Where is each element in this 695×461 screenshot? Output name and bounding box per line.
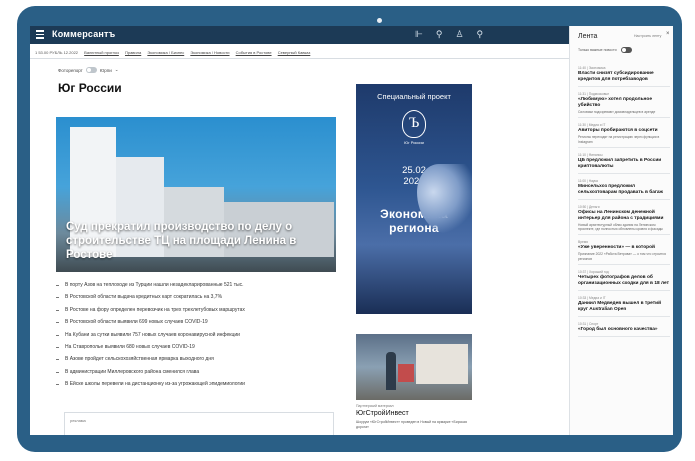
feed-item[interactable]: 11:00 | Наука Минсельхоз предложил сельх… xyxy=(578,179,670,200)
feed-item-title[interactable]: Даниил Медведев вышел в третий круг Aust… xyxy=(578,301,670,313)
ad-label: реклама xyxy=(70,418,86,423)
feed-item-title[interactable]: Минсельхоз предложил сельхозтоварам прод… xyxy=(578,184,670,196)
top-icons: ⊩ ⚲ ♙ ⚲ xyxy=(415,29,483,40)
news-item[interactable]: В Ейске школы перевели на дистанционку и… xyxy=(56,380,336,392)
news-item[interactable]: В Ростовской области выдача кредитных ка… xyxy=(56,293,336,305)
feed-item[interactable]: 11:40 | Экономика Власти снизят субсидир… xyxy=(578,66,670,87)
feed-item-meta: 11:31 | Подмосковье xyxy=(578,92,610,96)
menu-icon[interactable] xyxy=(36,30,44,40)
feed-item-meta: 11:10 | Финансы xyxy=(578,152,603,157)
page-title: Юг России xyxy=(58,81,122,95)
feed-item[interactable]: 10:31 | Спорт «Город был основного качес… xyxy=(578,322,670,338)
subnav-link-2[interactable]: Правила xyxy=(125,50,141,55)
feed-list: 11:40 | Экономика Власти снизят субсидир… xyxy=(578,66,670,342)
feed-settings-link[interactable]: Настроить ленту xyxy=(634,34,661,38)
kommersant-logo: Ъ xyxy=(402,110,426,138)
region-select[interactable]: Юрпи xyxy=(100,68,112,73)
feed-item-desc: Силовики подозревают домовладельцев в ар… xyxy=(578,110,656,114)
close-icon[interactable]: × xyxy=(666,31,670,37)
currency-ticker: 1 53.00 РУБЛЬ 12.2022 xyxy=(35,50,79,55)
partner-title[interactable]: ЮгСтройИнвест xyxy=(356,410,409,417)
feed-item-meta: 11:30 | Медиа и IT xyxy=(578,123,606,128)
share-icon[interactable]: ⊩ xyxy=(415,29,423,40)
news-item[interactable]: В Ростове на фору определен перевозчик н… xyxy=(56,306,336,318)
news-item[interactable]: В Азове пройдет сельскохозяйственная ярм… xyxy=(56,355,336,367)
top-bar: Коммерсантъ ⊩ ⚲ ♙ ⚲ xyxy=(30,26,569,44)
feed-item-meta: 11:40 | Экономика xyxy=(578,66,606,70)
news-item[interactable]: В администрации Миллеровского района сме… xyxy=(56,368,336,380)
search-icon[interactable]: ⚲ xyxy=(477,29,484,40)
feed-item-title[interactable]: «Любимую» хотел продольное убийство xyxy=(578,97,670,109)
subnav-link-5[interactable]: События в Ростове xyxy=(236,50,272,55)
hero-title[interactable]: Суд прекратил производство по делу о стр… xyxy=(66,220,328,262)
feed-item-title[interactable]: «Город был основного качества» xyxy=(578,327,670,333)
news-item[interactable]: В Ростовской области выявили 699 новых с… xyxy=(56,318,336,330)
feed-title: Лента xyxy=(578,33,598,40)
special-project-banner[interactable]: Специальный проект Ъ Юг России 25.02 202… xyxy=(356,84,472,314)
photo-cart xyxy=(398,364,414,382)
subnav-link-1[interactable]: Валютный прогноз xyxy=(84,50,119,55)
feed-item-meta: Время xyxy=(578,240,588,245)
feed-item-title[interactable]: Четырех фотографов делов об организацион… xyxy=(578,275,670,287)
photo-building xyxy=(416,344,468,384)
feed-item-meta: 10:31 | Спорт xyxy=(578,322,599,327)
feed-item-meta: 10:50 | Деньги xyxy=(578,204,600,209)
feed-item-desc: Новый архитектурный облик здания на Лени… xyxy=(578,222,663,232)
subnav-link-3[interactable]: Экономика / Бизнес xyxy=(147,50,184,55)
sub-navigation: 1 53.00 РУБЛЬ 12.2022 Валютный прогноз П… xyxy=(30,46,569,59)
subnav-link-4[interactable]: Экономика / Новости xyxy=(190,50,229,55)
photo-person xyxy=(386,352,396,390)
user-icon[interactable]: ♙ xyxy=(455,29,463,40)
feed-item[interactable]: 11:30 | Медиа и IT Авиторы пробираются в… xyxy=(578,123,670,148)
news-item[interactable]: На Кубани за сутки выявили 757 новых слу… xyxy=(56,331,336,343)
site-logo[interactable]: Коммерсантъ xyxy=(52,29,115,39)
news-feed-panel: Лента Настроить ленту × Только важные но… xyxy=(569,26,673,435)
news-item[interactable]: В порту Азов на теплоходе из Турции нашл… xyxy=(56,281,336,293)
promo-logo-caption: Юг России xyxy=(404,140,424,145)
camera-dot xyxy=(377,18,382,23)
filters: Фоторепорт Юрпи ⌄ xyxy=(58,67,119,73)
feed-item[interactable]: 11:31 | Подмосковье «Любимую» хотел прод… xyxy=(578,92,670,119)
news-item[interactable]: На Ставрополье выявили 680 новых случаев… xyxy=(56,343,336,355)
hero-card[interactable]: Суд прекратил производство по делу о стр… xyxy=(56,117,336,272)
feed-item-desc: Признание 2022 «Работа Ветрова» — о том … xyxy=(578,252,666,261)
location-icon[interactable]: ⚲ xyxy=(436,29,443,40)
ad-box: реклама xyxy=(64,412,334,435)
feed-filter-toggle[interactable] xyxy=(620,47,632,53)
feed-item-meta: 10:33 | Медиа и IT xyxy=(578,296,606,301)
partner-desc: Шоурум «ЮгСтройИнвест» проведен в Новый … xyxy=(356,420,467,429)
feed-item-title[interactable]: Офисы на Ленинском денежной интерьер для… xyxy=(578,210,670,222)
feed-item[interactable]: 10:33 | Медиа и IT Даниил Медведев вышел… xyxy=(578,296,670,318)
feed-item-title[interactable]: Власти снизят субсидирование кредитов дл… xyxy=(578,71,670,83)
news-list: В порту Азов на теплоходе из Турции нашл… xyxy=(56,281,336,393)
promo-header: Специальный проект xyxy=(377,92,451,101)
screen: Коммерсантъ ⊩ ⚲ ♙ ⚲ 1 53.00 РУБЛЬ 12.202… xyxy=(30,26,673,435)
feed-item-meta: 11:00 | Наука xyxy=(578,178,598,183)
feed-item[interactable]: 10:37 | Хороший год Четырех фотографов д… xyxy=(578,270,670,292)
feed-filter: Только важные новости xyxy=(578,47,632,53)
partner-photo[interactable] xyxy=(356,334,472,400)
feed-item-meta: 10:37 | Хороший год xyxy=(578,270,609,275)
feed-item[interactable]: 11:10 | Финансы ЦБ предложил запретить в… xyxy=(578,153,670,174)
chevron-down-icon[interactable]: ⌄ xyxy=(115,67,119,73)
feed-item[interactable]: Время «Уже уверенности» — в которой Приз… xyxy=(578,240,670,266)
feed-item-title[interactable]: Авиторы пробираются в соцсети xyxy=(578,128,670,134)
feed-item-title[interactable]: ЦБ предложил запретить в России криптова… xyxy=(578,158,670,170)
feed-item-title[interactable]: «Уже уверенности» — в которой xyxy=(578,245,670,251)
feed-item[interactable]: 10:50 | Деньги Офисы на Ленинском денежн… xyxy=(578,205,670,236)
filter-label: Фоторепорт xyxy=(58,67,83,73)
feed-item-desc: Регионы переходят на регистрацию через ф… xyxy=(578,135,660,144)
subnav-link-6[interactable]: Северный Кавказ xyxy=(278,50,311,55)
feed-filter-label: Только важные новости xyxy=(578,48,617,52)
filter-toggle[interactable] xyxy=(85,67,97,73)
partner-label: Партнерский материал xyxy=(356,404,394,408)
